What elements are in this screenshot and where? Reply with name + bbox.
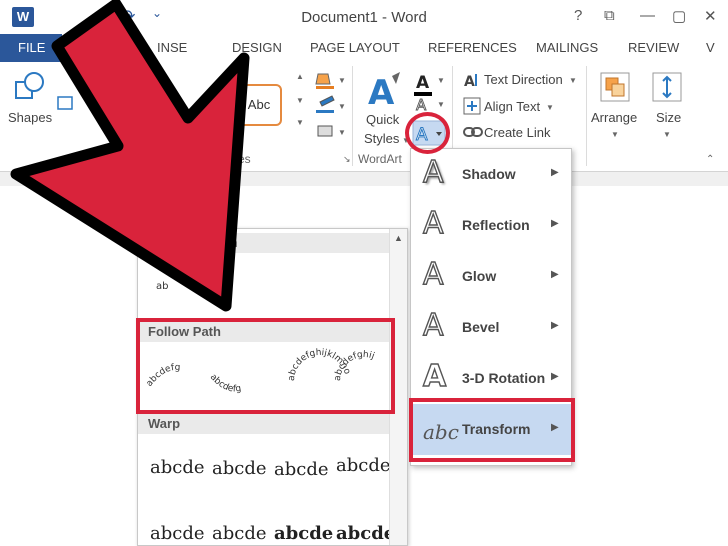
text-direction-label[interactable]: Text Direction <box>484 72 563 87</box>
submenu-arrow-icon: ▶ <box>551 167 559 178</box>
menu-item-label: 3-D Rotation <box>462 370 546 386</box>
more-styles-icon[interactable]: ▼ <box>296 118 304 127</box>
warp-header: Warp <box>138 414 390 434</box>
submenu-arrow-icon: ▶ <box>551 320 559 331</box>
scroll-up-icon[interactable]: ▲ <box>296 72 304 81</box>
shape-styles-group-label: Styles <box>218 152 251 166</box>
warp-option-7[interactable]: abcde <box>274 523 333 544</box>
glow-icon: A <box>422 256 444 292</box>
ribbon-format-tab: Shapes Abc ▲ ▼ ▼ Styles ▼ ▼ ▼ ↘ A Quick … <box>0 62 728 172</box>
bevel-icon: A <box>422 307 444 343</box>
wordart-group-label: WordArt <box>358 152 402 166</box>
tab-design[interactable]: DESIGN <box>232 40 282 55</box>
outline-dropdown-icon[interactable]: ▼ <box>338 102 346 111</box>
text-fill-dropdown-icon[interactable]: ▼ <box>437 76 445 85</box>
tab-references[interactable]: REFERENCES <box>428 40 517 55</box>
minimize-button[interactable]: — <box>640 7 655 24</box>
align-text-label[interactable]: Align Text <box>484 99 540 114</box>
title-bar: W ↶ ↷ ⌄ Document1 - Word ? ⧉ — ▢ ✕ <box>0 0 728 34</box>
arrange-icon[interactable] <box>598 70 632 104</box>
quick-styles-label-1[interactable]: Quick <box>366 112 399 127</box>
tab-home[interactable]: ME <box>104 40 124 55</box>
help-button[interactable]: ? <box>574 7 582 24</box>
menu-item-label: Reflection <box>462 217 530 233</box>
menu-item-label: Bevel <box>462 319 500 335</box>
menu-item-glow[interactable]: A Glow ▶ <box>411 251 571 302</box>
size-label[interactable]: Size <box>656 110 681 125</box>
tab-view[interactable]: V <box>706 40 715 55</box>
quick-styles-icon[interactable]: A <box>364 70 404 114</box>
menu-item-reflection[interactable]: A Reflection ▶ <box>411 200 571 251</box>
menu-item-bevel[interactable]: A Bevel ▶ <box>411 302 571 353</box>
svg-text:A: A <box>464 74 475 90</box>
warp-option-3[interactable]: abcde <box>274 459 329 480</box>
restore-button[interactable]: ▢ <box>672 7 686 25</box>
text-outline-icon[interactable]: A <box>412 94 438 114</box>
arrange-dropdown-icon[interactable]: ▼ <box>611 130 619 139</box>
document-title: Document1 - Word <box>301 9 427 26</box>
warp-option-1[interactable]: abcde <box>150 457 205 478</box>
submenu-arrow-icon: ▶ <box>551 218 559 229</box>
tab-review[interactable]: REVIEW <box>628 40 679 55</box>
text-direction-dropdown-icon[interactable]: ▼ <box>569 76 577 85</box>
warp-option-6[interactable]: abcde <box>212 523 267 544</box>
collapse-ribbon-icon[interactable]: ⌃ <box>706 154 714 165</box>
close-button[interactable]: ✕ <box>704 7 717 25</box>
3d-rotation-icon: A <box>422 358 447 394</box>
menu-item-shadow[interactable]: A Shadow ▶ <box>411 149 571 200</box>
submenu-arrow-icon: ▶ <box>551 269 559 280</box>
warp-option-4[interactable]: abcde <box>336 455 391 476</box>
ribbon-tabs: FILE ME INSE DESIGN PAGE LAYOUT REFERENC… <box>0 34 728 62</box>
shapes-icon[interactable] <box>10 68 50 108</box>
menu-item-label: Glow <box>462 268 497 284</box>
text-direction-icon[interactable]: A <box>462 70 482 90</box>
size-dropdown-icon[interactable]: ▼ <box>663 130 671 139</box>
edit-shape-icon[interactable] <box>56 94 76 112</box>
submenu-arrow-icon: ▶ <box>551 371 559 382</box>
warp-option-8[interactable]: abcde <box>336 523 395 544</box>
arrange-label[interactable]: Arrange <box>591 110 637 125</box>
gallery-header-partial: m <box>138 233 390 253</box>
tab-insert[interactable]: INSE <box>157 40 187 55</box>
warp-option-2[interactable]: abcde <box>212 458 267 479</box>
svg-text:A: A <box>368 73 395 113</box>
align-text-dropdown-icon[interactable]: ▼ <box>546 103 554 112</box>
create-link-icon[interactable] <box>462 124 484 140</box>
align-text-icon[interactable] <box>462 96 482 116</box>
group-separator <box>352 66 353 166</box>
text-effects-highlight-circle <box>405 112 450 154</box>
tab-page-layout[interactable]: PAGE LAYOUT <box>310 40 400 55</box>
group-separator <box>586 66 587 166</box>
shapes-button-label[interactable]: Shapes <box>8 110 52 125</box>
fill-dropdown-icon[interactable]: ▼ <box>338 76 346 85</box>
shape-style-sample[interactable]: Abc <box>236 84 282 126</box>
tab-mailings[interactable]: MAILINGS <box>536 40 598 55</box>
warp-option-5[interactable]: abcde <box>150 523 205 544</box>
ribbon-display-options-button[interactable]: ⧉ <box>604 7 615 24</box>
quick-styles-label-2[interactable]: Styles <box>364 131 399 146</box>
create-link-label[interactable]: Create Link <box>484 125 550 140</box>
reflection-icon: A <box>422 205 444 241</box>
svg-text:A: A <box>416 73 430 93</box>
text-outline-dropdown-icon[interactable]: ▼ <box>437 100 445 109</box>
shape-styles-launcher-icon[interactable]: ↘ <box>343 154 351 165</box>
transform-highlight-box <box>409 398 575 462</box>
size-icon[interactable] <box>650 70 684 104</box>
menu-item-label: Shadow <box>462 166 516 182</box>
scroll-down-icon[interactable]: ▼ <box>296 96 304 105</box>
effects-dropdown-icon[interactable]: ▼ <box>338 128 346 137</box>
partial-sample[interactable]: ab <box>156 281 168 292</box>
tab-file[interactable]: FILE <box>0 34 62 62</box>
menu-item-3d-rotation[interactable]: A 3-D Rotation ▶ <box>411 353 571 404</box>
follow-path-highlight-box <box>136 318 395 414</box>
scroll-up-icon[interactable]: ▲ <box>394 233 403 243</box>
shadow-icon: A <box>422 154 444 190</box>
